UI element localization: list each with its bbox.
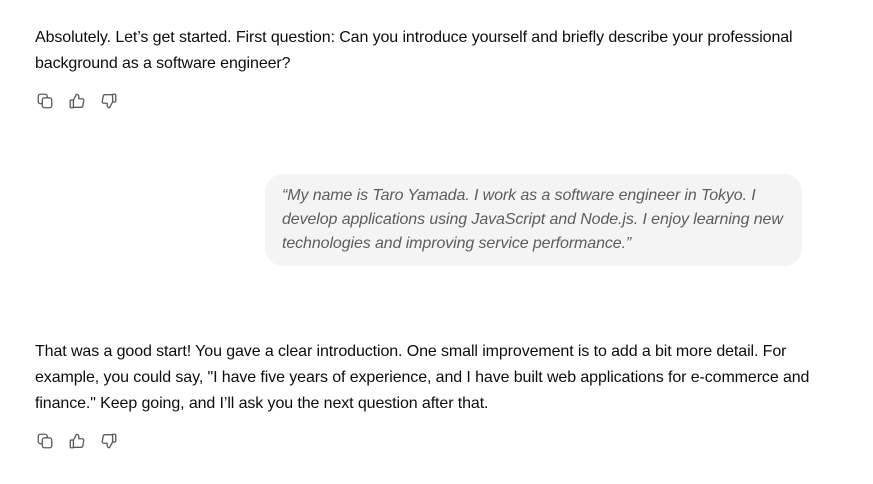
assistant-message-text: That was a good start! You gave a clear … (35, 343, 810, 412)
thumbs-down-icon (101, 433, 117, 449)
good-response-button[interactable] (67, 431, 87, 451)
thumbs-up-icon (69, 93, 85, 109)
thumbs-down-icon (101, 93, 117, 109)
bad-response-button[interactable] (99, 431, 119, 451)
bad-response-button[interactable] (99, 91, 119, 111)
user-message-bubble: “My name is Taro Yamada. I work as a sof… (265, 174, 802, 266)
thumbs-up-icon (69, 433, 85, 449)
copy-icon (37, 433, 53, 449)
copy-icon (37, 93, 53, 109)
assistant-message-text: Absolutely. Let’s get started. First que… (35, 29, 793, 72)
message-actions (35, 91, 119, 111)
message-actions (35, 431, 119, 451)
good-response-button[interactable] (67, 91, 87, 111)
copy-button[interactable] (35, 431, 55, 451)
copy-button[interactable] (35, 91, 55, 111)
